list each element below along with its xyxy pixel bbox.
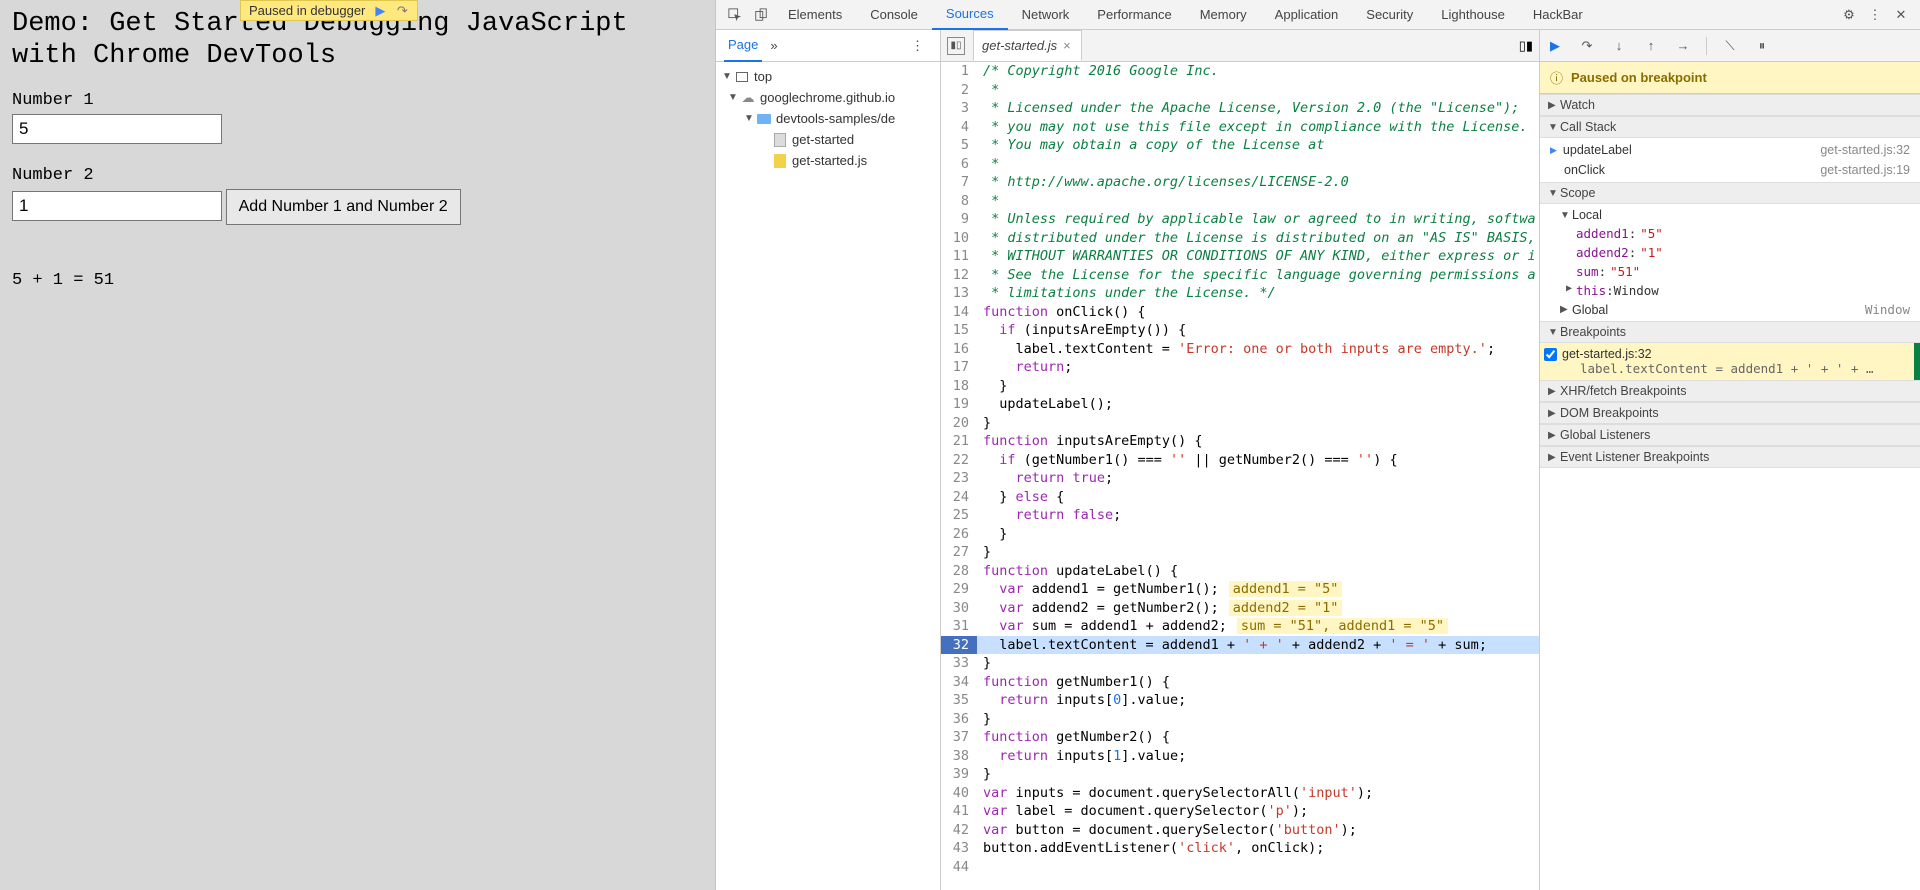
close-tab-icon[interactable]: × — [1063, 38, 1071, 53]
scope-body: ▼Local addend1:"5" addend2:"1" sum:"51" … — [1540, 204, 1920, 321]
xhr-bp-section[interactable]: ▶XHR/fetch Breakpoints — [1540, 380, 1920, 402]
dom-bp-section[interactable]: ▶DOM Breakpoints — [1540, 402, 1920, 424]
close-icon[interactable]: ✕ — [1888, 2, 1914, 28]
file-tree: ▼top ▼☁googlechrome.github.io ▼devtools-… — [716, 62, 940, 890]
add-button[interactable]: Add Number 1 and Number 2 — [226, 189, 461, 225]
tab-sources[interactable]: Sources — [932, 0, 1008, 30]
tree-folder[interactable]: ▼devtools-samples/de — [716, 108, 940, 129]
breakpoint-checkbox[interactable] — [1544, 348, 1557, 361]
result-text: 5 + 1 = 51 — [12, 271, 703, 290]
deactivate-bp-button[interactable]: ⟍ — [1721, 37, 1739, 55]
scope-this[interactable]: ▶this: Window — [1540, 281, 1920, 300]
pause-exceptions-button[interactable]: ⏸ — [1753, 37, 1771, 55]
tree-top[interactable]: ▼top — [716, 66, 940, 87]
tab-console[interactable]: Console — [856, 0, 932, 30]
step-over-icon[interactable]: ↷ — [395, 4, 409, 18]
scope-var-0: addend1:"5" — [1540, 224, 1920, 243]
file-tab-label: get-started.js — [982, 38, 1057, 53]
demo-page: Paused in debugger ▶ ↷ Demo: Get Started… — [0, 0, 715, 890]
code-editor[interactable]: 1/* Copyright 2016 Google Inc.2 *3 * Lic… — [941, 62, 1539, 890]
tab-application[interactable]: Application — [1261, 0, 1353, 30]
step-button[interactable]: → — [1674, 37, 1692, 55]
paused-message: ⓘ Paused on breakpoint — [1540, 62, 1920, 94]
info-icon: ⓘ — [1550, 68, 1563, 87]
tab-memory[interactable]: Memory — [1186, 0, 1261, 30]
nav-tab-page[interactable]: Page — [724, 30, 762, 62]
paused-overlay: Paused in debugger ▶ ↷ — [240, 0, 418, 21]
callstack-section[interactable]: ▼Call Stack — [1540, 116, 1920, 138]
breakpoint-row[interactable]: get-started.js:32 label.textContent = ad… — [1540, 343, 1920, 380]
scope-var-2: sum:"51" — [1540, 262, 1920, 281]
resume-button[interactable]: ▶ — [1546, 37, 1564, 55]
toggle-debugger-icon[interactable]: ▯▮ — [1519, 38, 1533, 54]
tree-file-js[interactable]: get-started.js — [716, 150, 940, 171]
tab-performance[interactable]: Performance — [1083, 0, 1185, 30]
step-into-button[interactable]: ↓ — [1610, 37, 1628, 55]
editor-pane: ▮▯ get-started.js × ▯▮ 1/* Copyright 201… — [941, 30, 1540, 890]
paused-overlay-text: Paused in debugger — [249, 3, 365, 18]
tab-network[interactable]: Network — [1008, 0, 1084, 30]
callstack-body: updateLabelget-started.js:32 onClickget-… — [1540, 138, 1920, 182]
more-icon[interactable]: ⋮ — [1862, 2, 1888, 28]
scope-var-1: addend2:"1" — [1540, 243, 1920, 262]
stack-frame-0[interactable]: updateLabelget-started.js:32 — [1540, 140, 1920, 160]
scope-global[interactable]: ▶GlobalWindow — [1540, 300, 1920, 319]
tree-file-html[interactable]: get-started — [716, 129, 940, 150]
tab-lighthouse[interactable]: Lighthouse — [1427, 0, 1519, 30]
tab-elements[interactable]: Elements — [774, 0, 856, 30]
tab-security[interactable]: Security — [1352, 0, 1427, 30]
nav-menu-icon[interactable]: ⋮ — [911, 38, 924, 54]
num1-label: Number 1 — [12, 91, 703, 110]
navigator-pane: Page » ⋮ ▼top ▼☁googlechrome.github.io ▼… — [716, 30, 941, 890]
tab-hackbar[interactable]: HackBar — [1519, 0, 1597, 30]
scope-local[interactable]: ▼Local — [1540, 206, 1920, 224]
step-over-button[interactable]: ↷ — [1578, 37, 1596, 55]
global-listeners-section[interactable]: ▶Global Listeners — [1540, 424, 1920, 446]
nav-more-tabs-icon[interactable]: » — [770, 38, 777, 53]
tree-origin[interactable]: ▼☁googlechrome.github.io — [716, 87, 940, 108]
devtools-panel: Elements Console Sources Network Perform… — [715, 0, 1920, 890]
settings-icon[interactable]: ⚙ — [1836, 2, 1862, 28]
scope-section[interactable]: ▼Scope — [1540, 182, 1920, 204]
num2-input[interactable] — [12, 191, 222, 221]
toggle-navigator-icon[interactable]: ▮▯ — [947, 37, 965, 55]
step-out-button[interactable]: ↑ — [1642, 37, 1660, 55]
num2-label: Number 2 — [12, 166, 703, 185]
stack-frame-1[interactable]: onClickget-started.js:19 — [1540, 160, 1920, 180]
resume-icon[interactable]: ▶ — [373, 4, 387, 18]
debugger-pane: ▶ ↷ ↓ ↑ → ⟍ ⏸ ⓘ Paused on breakpoint ▶Wa… — [1540, 30, 1920, 890]
watch-section[interactable]: ▶Watch — [1540, 94, 1920, 116]
event-listener-bp-section[interactable]: ▶Event Listener Breakpoints — [1540, 446, 1920, 468]
device-icon[interactable] — [748, 2, 774, 28]
editor-tabs: ▮▯ get-started.js × ▯▮ — [941, 30, 1539, 62]
num1-input[interactable] — [12, 114, 222, 144]
debugger-toolbar: ▶ ↷ ↓ ↑ → ⟍ ⏸ — [1540, 30, 1920, 62]
devtools-tabbar: Elements Console Sources Network Perform… — [716, 0, 1920, 30]
breakpoints-section[interactable]: ▼Breakpoints — [1540, 321, 1920, 343]
navigator-tabs: Page » ⋮ — [716, 30, 940, 62]
file-tab[interactable]: get-started.js × — [973, 30, 1082, 61]
inspect-icon[interactable] — [722, 2, 748, 28]
breakpoint-marker — [1914, 343, 1920, 380]
